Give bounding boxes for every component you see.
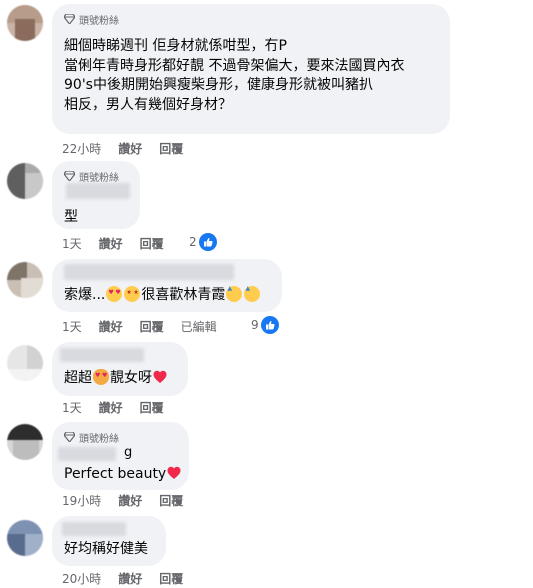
comment-text-line: 細個時睇週刊 佢身材就係咁型，冇P	[64, 38, 287, 54]
timestamp[interactable]: 20小時	[62, 570, 101, 587]
avatar[interactable]	[7, 5, 43, 41]
red-heart-icon	[153, 370, 167, 383]
comment-text: 超超	[64, 370, 92, 386]
badge-label: 頭號粉絲	[79, 172, 119, 184]
comment-text-line: 當俐年青時身形都好靚 不過骨架偏大，要來法國買內衣	[64, 57, 405, 74]
comment-text-line: 超超 ♥ ♥ 靚女呀	[64, 369, 176, 389]
avatar[interactable]	[7, 520, 43, 556]
avatar[interactable]	[7, 163, 43, 199]
timestamp[interactable]: 1天	[62, 235, 82, 252]
comment-text-line: 相反，男人有幾個好身材？	[64, 96, 232, 113]
reaction-count: 9	[251, 318, 259, 332]
reaction-summary[interactable]: 2	[189, 233, 217, 251]
comment-actions: 1天 讚好 回覆	[62, 235, 181, 251]
diamond-icon	[64, 432, 75, 442]
timestamp[interactable]: 1天	[62, 399, 82, 416]
comment-bubble: 頭號粉絲 細個時睇週刊 佢身材就係咁型，冇P 當俐年青時身形都好靚 不過骨架偏大…	[52, 4, 450, 134]
author-name[interactable]	[66, 183, 130, 199]
comment-text: 很喜歡林青霞	[141, 287, 226, 303]
reply-button[interactable]: 回覆	[140, 235, 164, 252]
comment-bubble: 超超 ♥ ♥ 靚女呀	[52, 342, 188, 396]
edited-label[interactable]: 已編輯	[181, 318, 217, 335]
top-fan-badge: 頭號粉絲	[64, 11, 438, 27]
reply-button[interactable]: 回覆	[159, 140, 183, 157]
author-name[interactable]	[62, 522, 126, 536]
avatar[interactable]	[7, 262, 43, 298]
like-button[interactable]: 讚好	[118, 140, 142, 157]
diamond-icon	[64, 14, 75, 24]
reply-button[interactable]: 回覆	[140, 399, 164, 416]
comment-bubble: 索爆... ♥ ♥ ★ ★ 很喜歡林青霞 ▲ ▲	[52, 259, 282, 312]
reply-button[interactable]: 回覆	[159, 492, 183, 509]
author-name[interactable]	[64, 264, 234, 280]
comment-actions: 1天 讚好 回覆	[62, 399, 181, 415]
party-face-emoji-icon: ▲	[226, 286, 243, 302]
comment-actions: 19小時 讚好 回覆	[62, 492, 200, 508]
author-name[interactable]	[58, 447, 116, 461]
like-reaction-icon	[198, 233, 217, 251]
badge-label: 頭號粉絲	[79, 433, 119, 445]
reaction-summary[interactable]: 9	[251, 316, 279, 334]
like-button[interactable]: 讚好	[99, 399, 123, 416]
like-reaction-icon	[260, 316, 279, 334]
comment-text-line: 索爆... ♥ ♥ ★ ★ 很喜歡林青霞 ▲ ▲	[64, 286, 270, 306]
comment-text: Perfect beauty	[64, 466, 167, 482]
author-name[interactable]	[60, 348, 144, 362]
comment-text: 靚女呀	[110, 370, 152, 386]
comment-text-line: Perfect beauty	[64, 465, 181, 485]
timestamp[interactable]: 1天	[62, 318, 82, 335]
timestamp[interactable]: 22小時	[62, 140, 101, 157]
comment-text: 索爆...	[64, 287, 106, 303]
like-button[interactable]: 讚好	[118, 570, 142, 587]
reaction-count: 2	[189, 235, 197, 249]
timestamp[interactable]: 19小時	[62, 492, 101, 509]
comment-text-line: 90's中後期開始興瘦柴身形，健康身形就被叫豬扒	[64, 77, 373, 93]
comment-actions: 20小時 讚好 回覆	[62, 570, 200, 586]
comment-bubble: 頭號粉絲 g Perfect beauty	[52, 422, 189, 490]
comment-actions: 1天 讚好 回覆 已編輯	[62, 318, 234, 334]
comment-actions: 22小時 讚好 回覆	[62, 140, 200, 156]
top-fan-badge: 頭號粉絲	[64, 429, 177, 445]
red-heart-icon	[167, 466, 181, 479]
like-button[interactable]: 讚好	[118, 492, 142, 509]
diamond-icon	[64, 171, 75, 181]
comment-bubble: 好均稱好健美	[52, 516, 166, 566]
like-button[interactable]: 讚好	[99, 318, 123, 335]
avatar[interactable]	[7, 424, 43, 460]
heart-eyes-emoji-icon: ♥ ♥	[106, 286, 123, 302]
like-button[interactable]: 讚好	[99, 235, 123, 252]
avatar[interactable]	[7, 345, 43, 381]
badge-label: 頭號粉絲	[79, 15, 119, 27]
comment-text-line: 好均稱好健美	[64, 541, 148, 557]
reply-button[interactable]: 回覆	[159, 570, 183, 587]
party-face-emoji-icon: ▲	[244, 286, 261, 302]
comment-bubble: 頭號粉絲 型	[52, 161, 140, 229]
top-fan-badge: 頭號粉絲	[64, 168, 128, 184]
comment-text-line: 型	[64, 209, 78, 225]
heart-eyes-cat-emoji-icon: ♥ ♥	[93, 369, 109, 385]
reply-button[interactable]: 回覆	[140, 318, 164, 335]
star-eyes-emoji-icon: ★ ★	[124, 286, 141, 302]
author-name-fragment: g	[124, 445, 133, 460]
